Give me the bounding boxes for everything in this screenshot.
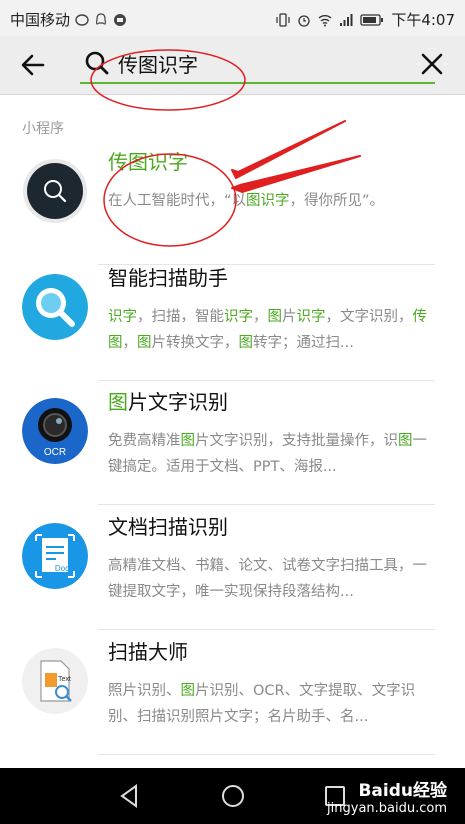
highlighted-text: 图 — [398, 433, 413, 449]
text-span: 片文字识别，支持批量操作，识 — [195, 433, 398, 449]
highlighted-text: 图 — [137, 335, 152, 351]
section-label-mini-programs: 小程序 — [22, 121, 64, 137]
text-span: 文档扫描识别 — [108, 515, 228, 539]
svg-text:OCR: OCR — [44, 447, 66, 458]
text-span: 免费高精准 — [108, 433, 181, 449]
result-item[interactable]: Text 扫描大师照片识别、图片识别、OCR、文字提取、文字识别、扫描识别照片文字… — [0, 630, 465, 755]
text-file-icon: Text — [22, 648, 88, 714]
result-item[interactable]: Doc 文档扫描识别高精准文档、书籍、论文、试卷文字扫描工具，一键提取文字，唯一实… — [0, 505, 465, 630]
text-span: ，扫描，智能 — [137, 309, 224, 325]
highlighted-text: 传图识字 — [108, 150, 188, 174]
magnifier-blue-icon — [22, 274, 88, 340]
result-title: 传图识字 — [108, 146, 188, 175]
carrier-label: 中国移动 — [10, 11, 71, 29]
nav-back-icon[interactable] — [115, 781, 145, 811]
text-span: 在人工智能时代，“以 — [108, 193, 247, 209]
text-span: 智能扫描助手 — [108, 266, 228, 290]
search-icon — [85, 51, 109, 75]
result-item[interactable]: 智能扫描助手识字，扫描，智能识字，图片识字，文字识别，传图，图片转换文字，图转字… — [0, 256, 465, 381]
text-span: ，文字识别， — [325, 309, 413, 325]
result-description: 免费高精准图片文字识别，支持批量操作，识图一键搞定。适用于文档、PPT、海报..… — [108, 428, 433, 480]
status-bar: 中国移动 下午4:07 — [0, 0, 465, 36]
result-title: 智能扫描助手 — [108, 262, 228, 291]
highlighted-text: 识字 — [296, 309, 326, 325]
back-arrow-icon[interactable] — [18, 50, 48, 80]
highlighted-text: 图 — [267, 309, 283, 325]
highlighted-text: 识字 — [108, 309, 137, 325]
doc-scan-icon: Doc — [22, 523, 88, 589]
result-title: 图片文字识别 — [108, 386, 228, 415]
text-span: 转字；通过扫... — [253, 335, 354, 351]
text-span: 照片识别、 — [108, 683, 181, 699]
svg-text:Text: Text — [58, 676, 71, 683]
result-title: 扫描大师 — [108, 636, 188, 665]
result-item[interactable]: OCR 图片文字识别 免费高精准图片文字识别，支持批量操作，识图一键搞定。适用于文档… — [0, 380, 465, 505]
wifi-icon — [318, 14, 332, 26]
result-description: 识字，扫描，智能识字，图片识字，文字识别，传图，图片转换文字，图转字；通过扫..… — [108, 304, 433, 356]
alarm-icon — [298, 14, 310, 27]
result-item[interactable]: 传图识字在人工智能时代，“以图识字，得你所见”。 — [0, 140, 465, 265]
vibrate-icon — [276, 12, 290, 27]
highlighted-text: 图 — [180, 683, 196, 699]
qq-notification-icon — [95, 12, 107, 25]
highlighted-text: 图 — [238, 335, 254, 351]
svg-text:Doc: Doc — [55, 564, 69, 573]
text-span: ， — [122, 335, 138, 351]
result-description: 高精准文档、书籍、论文、试卷文字扫描工具，一键提取文字，唯一实现保持段落结构..… — [108, 553, 433, 605]
baidu-jingyan-watermark: Baidu经验 jingyan.baidu.com — [327, 776, 447, 816]
watermark-brand: Baidu经验 — [358, 781, 447, 801]
search-input-underline — [80, 82, 435, 84]
result-title: 文档扫描识别 — [108, 511, 228, 540]
text-span: 片转换文字， — [151, 335, 239, 351]
battery-icon — [360, 13, 384, 26]
clock-label: 下午4:07 — [391, 11, 455, 29]
text-span: 片 — [282, 309, 297, 325]
highlighted-text: 识字 — [224, 309, 253, 325]
text-span: 片文字识别 — [128, 390, 228, 414]
search-input[interactable]: 传图识字 — [118, 49, 198, 78]
system-nav-bar: Baidu经验 jingyan.baidu.com — [0, 768, 465, 824]
text-span: ， — [253, 309, 268, 325]
result-description: 在人工智能时代，“以图识字，得你所见”。 — [108, 188, 433, 214]
text-span: 扫描大师 — [108, 640, 188, 664]
highlighted-text: 图 — [108, 390, 128, 414]
search-header: 传图识字 — [0, 36, 465, 95]
signal-icon — [340, 13, 353, 26]
result-description: 照片识别、图片识别、OCR、文字提取、文字识别、扫描识别照片文字；名片助手、名.… — [108, 678, 433, 730]
highlighted-text: 图识字 — [246, 193, 290, 209]
watermark-url: jingyan.baidu.com — [327, 801, 447, 816]
wechat-notification-icon — [75, 13, 89, 26]
app-notification-icon — [114, 13, 127, 26]
text-span: 高精准文档、书籍、论文、试卷文字扫描工具，一键提取文字，唯一实现保持段落结构..… — [108, 558, 427, 600]
highlighted-text: 图 — [180, 433, 196, 449]
text-span: ，得你所见”。 — [289, 193, 385, 209]
ocr-lens-icon: OCR — [22, 398, 88, 464]
nav-home-icon[interactable] — [218, 781, 248, 811]
magnifier-dark-icon — [22, 158, 88, 224]
row-divider — [98, 754, 435, 755]
clear-search-icon[interactable] — [419, 51, 445, 77]
